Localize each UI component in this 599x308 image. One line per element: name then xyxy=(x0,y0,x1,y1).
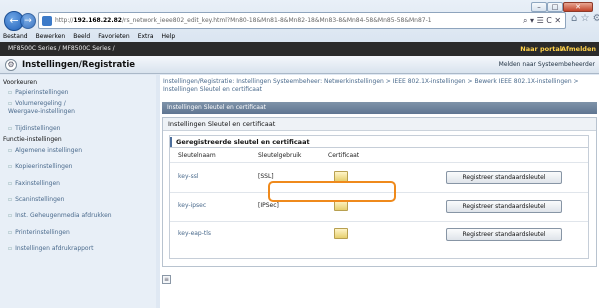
portal-link[interactable]: Naar portal xyxy=(520,44,562,54)
sidebar-item-printer[interactable]: Printerinstellingen xyxy=(8,229,70,237)
page-title-bar: ⚙ Instellingen/Registratie Melden naar S… xyxy=(0,56,599,74)
certificate-icon[interactable] xyxy=(334,228,348,239)
menu-favorieten[interactable]: Favorieten xyxy=(98,32,129,42)
minimize-button[interactable]: – xyxy=(531,2,547,12)
key-name-link[interactable]: key-eap-tls xyxy=(178,230,211,238)
register-default-key-button[interactable]: Registreer standaardsleutel xyxy=(446,171,562,184)
column-header-keyname: Sleutelnaam xyxy=(178,152,216,159)
browser-chrome: – □ ✕ ← → http://192.168.22.82/rs_networ… xyxy=(0,0,599,56)
section-header: Instellingen Sleutel en certificaat xyxy=(162,102,597,114)
menu-beeld[interactable]: Beeld xyxy=(73,32,90,42)
url-path: /rs_network_ieee802_edit_key.html?Mn80-1… xyxy=(121,17,432,24)
close-window-button[interactable]: ✕ xyxy=(563,2,593,12)
browser-toolbar-icons[interactable]: ⌂ ☆ ⚙ xyxy=(571,13,599,24)
breadcrumb[interactable]: Instellingen/Registratie: Instellingen S… xyxy=(163,78,593,94)
sidebar-item-scan[interactable]: Scaninstellingen xyxy=(8,196,64,204)
register-default-key-button[interactable]: Registreer standaardsleutel xyxy=(446,200,562,213)
sidebar-item-papierinstellingen[interactable]: Papierinstellingen xyxy=(8,89,68,97)
key-name-link[interactable]: key-ipsec xyxy=(178,202,206,210)
forward-arrow-icon: → xyxy=(24,16,32,26)
sidebar-item-geheugenmedia[interactable]: Inst. Geheugenmedia afdrukken xyxy=(8,212,112,220)
site-favicon-icon xyxy=(42,16,52,26)
printer-bar: MF8500C Series / MF8500C Series / Naar p… xyxy=(0,42,599,56)
row-divider xyxy=(170,162,588,163)
column-header-keyusage: Sleutelgebruik xyxy=(258,152,302,159)
mail-admin-link[interactable]: Melden naar Systeembeheerder xyxy=(499,60,595,70)
row-divider xyxy=(170,221,588,222)
minimize-icon: – xyxy=(537,3,541,11)
register-default-key-button[interactable]: Registreer standaardsleutel xyxy=(446,228,562,241)
sidebar: Voorkeuren Papierinstellingen Volumerege… xyxy=(0,75,156,308)
sidebar-item-kopieer[interactable]: Kopieerinstellingen xyxy=(8,163,72,171)
maximize-button[interactable]: □ xyxy=(547,2,563,12)
highlight-outline xyxy=(268,181,396,202)
maximize-icon: □ xyxy=(551,3,559,11)
close-icon: ✕ xyxy=(575,3,581,11)
settings-icon: ⚙ xyxy=(5,59,17,71)
key-usage: [SSL] xyxy=(258,173,274,180)
menu-bewerken[interactable]: Bewerken xyxy=(36,32,66,42)
back-arrow-icon: ← xyxy=(9,14,19,27)
address-tools[interactable]: ⌕ ▾ ☰ C ✕ xyxy=(523,15,561,26)
panel-title: Instellingen Sleutel en certificaat xyxy=(163,118,596,131)
menu-bestand[interactable]: Bestand xyxy=(3,32,28,42)
sidebar-item-volumeregeling[interactable]: Volumeregeling / Weergave-instellingen xyxy=(8,100,98,116)
key-name-link[interactable]: key-ssl xyxy=(178,173,198,181)
forward-button[interactable]: → xyxy=(20,13,36,29)
sidebar-section-title: Functie-instellingen xyxy=(3,136,62,143)
column-header-certificate: Certificaat xyxy=(328,152,360,159)
address-url[interactable]: http://192.168.22.82/rs_network_ieee802_… xyxy=(55,16,515,26)
sidebar-item-algemene[interactable]: Algemene instellingen xyxy=(8,147,82,155)
menu-help[interactable]: Help xyxy=(162,32,176,42)
sidebar-section-title: Voorkeuren xyxy=(3,79,38,86)
key-usage: [IPSec] xyxy=(258,202,279,209)
address-bar[interactable]: http://192.168.22.82/rs_network_ieee802_… xyxy=(38,12,566,29)
sidebar-item-fax[interactable]: Faxinstellingen xyxy=(8,180,60,188)
sidebar-item-afdrukrapport[interactable]: Instellingen afdrukrapport xyxy=(8,245,93,253)
logout-link[interactable]: Afmelden xyxy=(561,44,596,54)
url-prefix: http:// xyxy=(55,17,74,24)
sidebar-item-tijdinstellingen[interactable]: Tijdinstellingen xyxy=(8,125,60,133)
page-title: Instellingen/Registratie xyxy=(22,60,135,70)
registered-keys-title: Geregistreerde sleutel en certificaat xyxy=(170,136,588,148)
collapse-icon[interactable]: ≡ xyxy=(162,275,171,284)
browser-window: – □ ✕ ← → http://192.168.22.82/rs_networ… xyxy=(0,0,599,308)
url-host: 192.168.22.82 xyxy=(73,17,122,24)
printer-model: MF8500C Series / MF8500C Series / xyxy=(8,45,115,52)
menu-bar: Bestand Bewerken Beeld Favorieten Extra … xyxy=(0,32,599,42)
menu-extra[interactable]: Extra xyxy=(138,32,154,42)
